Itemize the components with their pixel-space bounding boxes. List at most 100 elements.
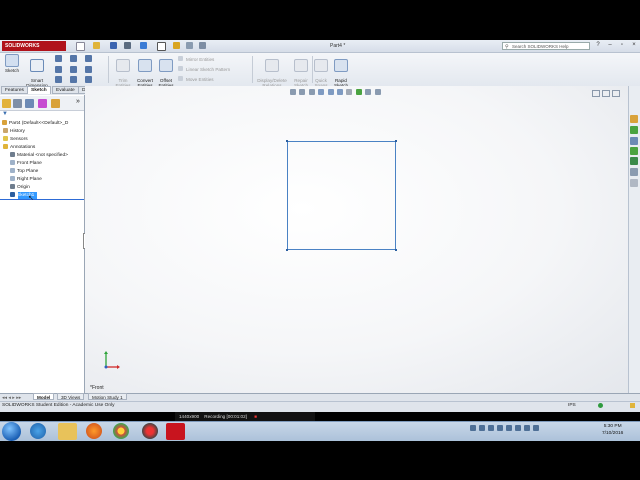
view-settings-icon[interactable]: [374, 89, 381, 95]
dimxpert-manager-icon[interactable]: [38, 99, 47, 108]
line-icon[interactable]: [55, 55, 62, 62]
smart-dimension-button[interactable]: Smart Dimension: [23, 54, 51, 88]
appearance-icon[interactable]: [355, 89, 362, 95]
appearances-icon[interactable]: [630, 157, 638, 165]
tree-item-history[interactable]: History: [3, 128, 25, 135]
volume-icon[interactable]: [533, 425, 539, 431]
tab-model[interactable]: Model: [33, 393, 55, 400]
options-gear-icon[interactable]: [199, 42, 206, 49]
tab-3d-views[interactable]: 3D Views: [57, 393, 85, 400]
restore-button[interactable]: ▫: [618, 42, 626, 49]
firefox-icon[interactable]: [86, 423, 102, 439]
previous-view-icon[interactable]: [308, 89, 315, 95]
display-style-icon[interactable]: [336, 89, 343, 95]
rollback-bar[interactable]: [0, 199, 84, 200]
tray-icon[interactable]: [497, 425, 503, 431]
notification-icon[interactable]: [630, 403, 635, 408]
tree-item-annotations[interactable]: Annotations: [3, 144, 35, 151]
spline-icon[interactable]: [85, 55, 92, 62]
minimize-button[interactable]: –: [606, 42, 614, 49]
save-icon[interactable]: [110, 42, 117, 49]
internet-explorer-icon[interactable]: [30, 423, 46, 439]
tree-item-sensors[interactable]: Sensors: [3, 136, 28, 143]
tree-item-front-plane[interactable]: Front Plane: [10, 160, 42, 167]
record-stop-icon[interactable]: ■: [254, 414, 257, 419]
solidworks-taskbar-icon[interactable]: [166, 423, 185, 440]
panel-expand-icon[interactable]: »: [76, 98, 80, 105]
configuration-manager-icon[interactable]: [25, 99, 34, 108]
forum-icon[interactable]: [630, 179, 638, 187]
solidworks-logo[interactable]: SOLIDWORKS: [2, 41, 66, 51]
tab-evaluate[interactable]: Evaluate: [52, 86, 79, 94]
circle-icon[interactable]: [70, 55, 77, 62]
tree-root[interactable]: Part4 (Default<<Default>_D: [2, 120, 68, 127]
view-orientation-icon[interactable]: [327, 89, 334, 95]
offset-entities-button[interactable]: Offset Entities: [156, 54, 176, 88]
zoom-to-fit-icon[interactable]: [290, 89, 296, 95]
display-delete-relations-button[interactable]: Display/Delete Relations: [255, 54, 289, 88]
select-arrow-icon[interactable]: [157, 42, 166, 51]
tray-icon[interactable]: [470, 425, 476, 431]
design-library-icon[interactable]: [630, 126, 638, 134]
convert-entities-button[interactable]: Convert Entities: [134, 54, 156, 88]
view-palette-icon[interactable]: [630, 147, 638, 155]
print-icon[interactable]: [124, 42, 131, 49]
start-button-icon[interactable]: [2, 422, 21, 441]
tray-icon[interactable]: [488, 425, 494, 431]
tray-icon[interactable]: [479, 425, 485, 431]
fillet-icon[interactable]: [85, 66, 92, 73]
open-folder-icon[interactable]: [93, 42, 100, 49]
polygon-icon[interactable]: [70, 76, 77, 83]
tree-item-right-plane[interactable]: Right Plane: [10, 176, 42, 183]
rebuild-icon[interactable]: [173, 42, 180, 49]
file-explorer-taskbar-icon[interactable]: [58, 423, 77, 440]
rapid-sketch-button[interactable]: Rapid Sketch: [331, 54, 351, 88]
undo-icon[interactable]: [140, 42, 147, 49]
file-explorer-icon[interactable]: [630, 137, 638, 145]
tab-features[interactable]: Features: [1, 86, 28, 94]
file-properties-icon[interactable]: [186, 42, 193, 49]
tray-icon[interactable]: [506, 425, 512, 431]
display-manager-icon[interactable]: [51, 99, 60, 108]
help-icon[interactable]: ?: [594, 42, 602, 49]
tree-item-origin[interactable]: Origin: [10, 184, 30, 191]
close-button[interactable]: ×: [630, 42, 638, 49]
taskbar-clock[interactable]: 5:30 PM 7/10/2016: [602, 423, 623, 437]
quick-snaps-button[interactable]: Quick Snaps: [313, 54, 329, 88]
viewport-minimize-icon[interactable]: [592, 90, 600, 97]
text-icon[interactable]: [85, 76, 92, 83]
scene-icon[interactable]: [365, 89, 372, 95]
zoom-to-area-icon[interactable]: [299, 89, 306, 95]
filter-icon[interactable]: ▼: [2, 111, 8, 117]
viewport-close-icon[interactable]: [612, 90, 620, 97]
sketch-point[interactable]: [395, 140, 397, 142]
repair-sketch-button[interactable]: Repair Sketch: [291, 54, 311, 88]
viewport-restore-icon[interactable]: [602, 90, 610, 97]
rectangle-icon[interactable]: [55, 66, 62, 73]
resources-icon[interactable]: [630, 115, 638, 123]
trim-entities-button[interactable]: Trim Entities: [112, 54, 134, 88]
sketch-square[interactable]: [287, 141, 396, 250]
units-selector[interactable]: IPS: [568, 402, 576, 410]
chrome-icon[interactable]: [113, 423, 129, 439]
linear-pattern-item[interactable]: Linear Sketch Pattern: [178, 66, 230, 72]
feature-tree-icon[interactable]: [2, 99, 11, 108]
tree-item-material[interactable]: Material <not specified>: [10, 152, 68, 159]
custom-properties-icon[interactable]: [630, 168, 638, 176]
sketch-point[interactable]: [395, 249, 397, 251]
sketch-point[interactable]: [286, 249, 288, 251]
new-document-icon[interactable]: [76, 42, 85, 51]
search-help-input[interactable]: ⚲ Search SOLIDWORKS Help: [502, 42, 590, 50]
network-icon[interactable]: [515, 425, 521, 431]
hide-show-items-icon[interactable]: [346, 89, 353, 95]
property-manager-icon[interactable]: [13, 99, 22, 108]
arc-icon[interactable]: [70, 66, 77, 73]
slot-icon[interactable]: [55, 76, 62, 83]
recorder-app-icon[interactable]: [142, 423, 158, 439]
sketch-button[interactable]: Sketch: [3, 54, 21, 73]
tree-item-top-plane[interactable]: Top Plane: [10, 168, 38, 175]
mirror-entities-item[interactable]: Mirror Entities: [178, 56, 214, 62]
sketch-point[interactable]: [286, 140, 288, 142]
move-entities-item[interactable]: Move Entities: [178, 76, 214, 82]
section-view-icon[interactable]: [318, 89, 325, 95]
